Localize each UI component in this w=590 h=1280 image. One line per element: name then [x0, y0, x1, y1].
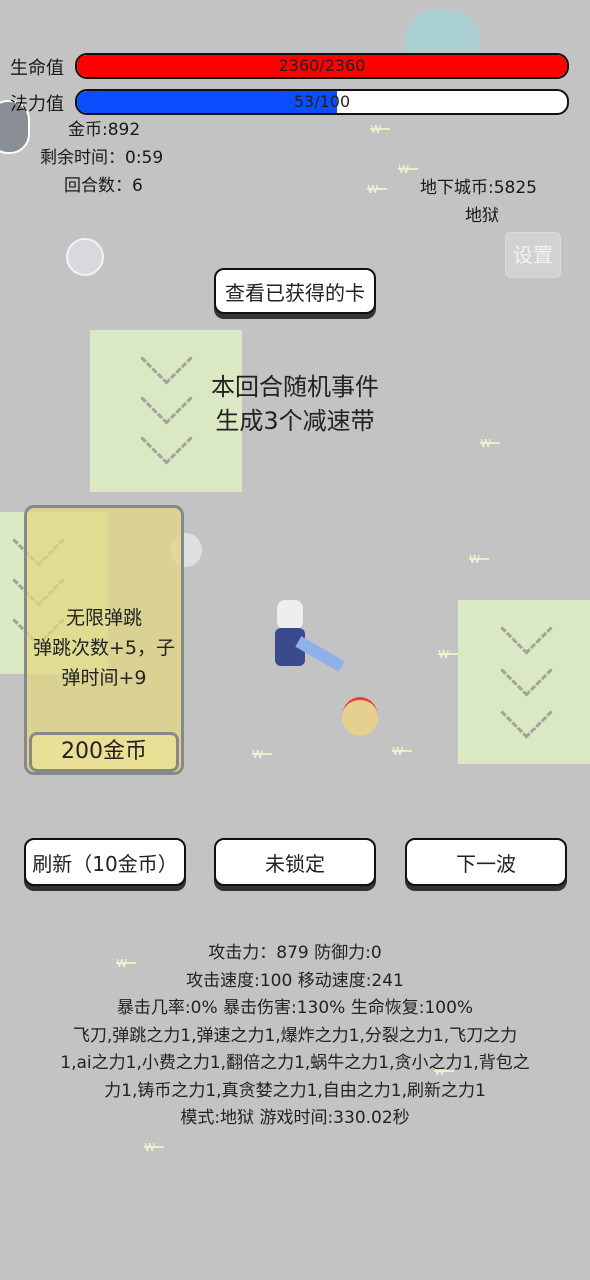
gold-counter: 金币:892	[68, 120, 141, 140]
stats-powers-3: 力1,铸币之力1,真贪婪之力1,自由之力1,刷新之力1	[104, 1080, 486, 1101]
smiley-orb-sprite	[342, 697, 378, 736]
stats-powers-1: 飞刀,弹跳之力1,弹速之力1,爆炸之力1,分裂之力1,飞刀之力	[72, 1025, 518, 1046]
player-character	[265, 598, 345, 688]
refresh-shop-button[interactable]: 刷新（10金币）	[24, 838, 186, 886]
stats-attack-defense: 攻击力：879 防御力:0	[208, 943, 382, 963]
view-acquired-cards-button[interactable]: 查看已获得的卡	[214, 268, 376, 314]
mode-label: 地狱	[465, 206, 499, 226]
card-buy-button[interactable]: 200金币	[29, 732, 179, 772]
orb-sprite	[66, 238, 104, 276]
round-counter: 回合数：6	[64, 176, 143, 196]
hp-bar-text: 2360/2360	[278, 56, 366, 75]
event-description: 生成3个减速带	[215, 407, 375, 435]
lock-toggle-button[interactable]: 未锁定	[214, 838, 376, 886]
stats-crit: 暴击几率:0% 暴击伤害:130% 生命恢复:100%	[116, 998, 474, 1018]
speed-bump-right	[458, 600, 590, 764]
mp-bar: 53/100	[75, 89, 569, 115]
card-name-line1: 无限弹跳	[65, 607, 142, 629]
stats-speed: 攻击速度:100 移动速度:241	[186, 970, 404, 991]
event-title: 本回合随机事件	[211, 373, 379, 401]
stats-powers-2: 1,ai之力1,小费之力1,翻倍之力1,蜗牛之力1,贪小之力1,背包之	[60, 1053, 530, 1073]
next-wave-button[interactable]: 下一波	[405, 838, 567, 886]
shop-card[interactable]: 无限弹跳 弹跳次数+5，子 弹时间+9 200金币	[24, 505, 184, 775]
stats-mode-time: 模式:地狱 游戏时间:330.02秒	[180, 1108, 410, 1128]
dungeon-coin-counter: 地下城币:5825	[420, 178, 537, 198]
hp-bar: 2360/2360	[75, 53, 569, 79]
hp-label: 生命值	[10, 58, 64, 79]
time-remaining: 剩余时间：0:59	[40, 148, 164, 168]
player-stats: 攻击力：879 防御力:0 攻击速度:100 移动速度:241 暴击几率:0% …	[0, 940, 590, 1133]
card-name-line2: 弹跳次数+5，子	[32, 637, 175, 659]
slime-enemy-sprite	[405, 10, 480, 52]
mp-bar-text: 53/100	[293, 92, 351, 111]
settings-button[interactable]: 设置	[505, 232, 561, 278]
card-name-line3: 弹时间+9	[61, 667, 147, 689]
mp-label: 法力值	[10, 94, 64, 115]
